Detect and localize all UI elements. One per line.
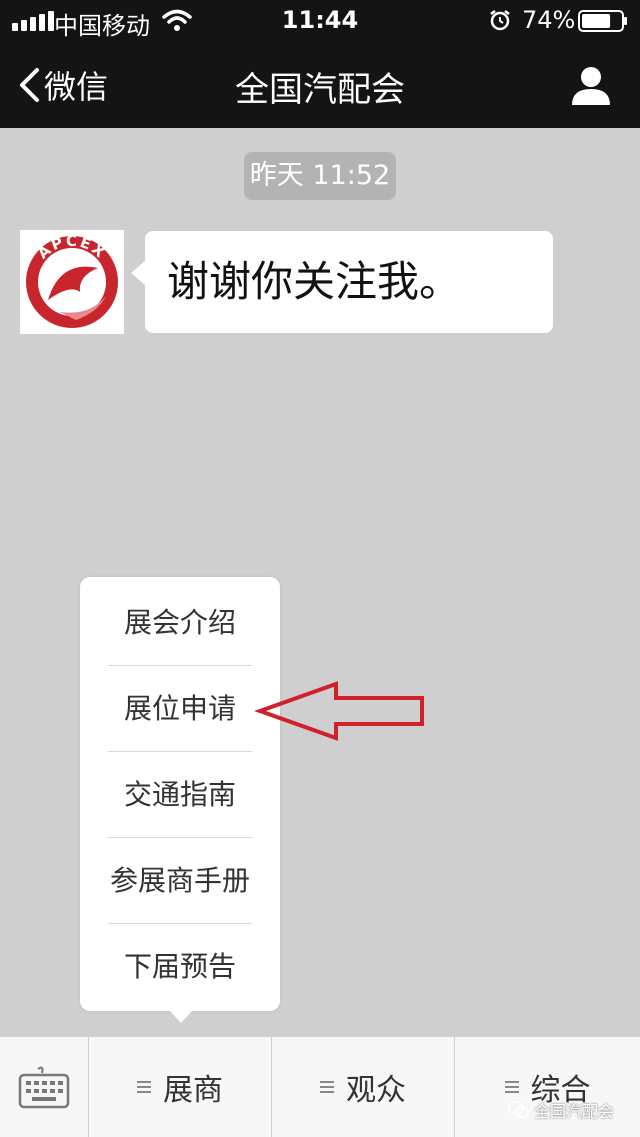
message-bubble: 谢谢你关注我。 [131, 231, 553, 333]
tab-visitors[interactable]: 观众 [272, 1037, 455, 1137]
tab-label: 展商 [163, 1073, 223, 1108]
menu-lines-icon [320, 1081, 334, 1093]
tab-label: 观众 [346, 1073, 406, 1108]
menu-item-exhibitor-manual[interactable]: 参展商手册 [108, 838, 252, 924]
battery-percent: 74% [522, 6, 576, 34]
keyboard-toggle-button[interactable] [0, 1037, 89, 1137]
nav-bar: 微信 全国汽配会 [0, 40, 640, 128]
battery-icon [578, 10, 627, 32]
message-timestamp: 昨天 11:52 [244, 152, 396, 200]
apcex-logo: APCEX [26, 232, 118, 328]
menu-item-exhibition-intro[interactable]: 展会介绍 [108, 580, 252, 666]
watermark: 全国汽配会 [508, 1098, 614, 1122]
watermark-text: 全国汽配会 [534, 1102, 615, 1121]
keyboard-icon [18, 1066, 70, 1109]
menu-item-transport-guide[interactable]: 交通指南 [108, 752, 252, 838]
menu-item-next-edition-preview[interactable]: 下届预告 [108, 924, 252, 1010]
menu-item-booth-application[interactable]: 展位申请 [108, 666, 252, 752]
status-bar: 中国移动 11:44 74% [0, 0, 640, 40]
menu-lines-icon [504, 1081, 519, 1093]
page-title: 全国汽配会 [235, 70, 405, 110]
alarm-icon [490, 10, 510, 31]
wechat-icon [508, 1101, 529, 1118]
annotation-arrow-icon [254, 681, 424, 741]
tab-exhibitors[interactable]: 展商 [89, 1037, 272, 1137]
avatar[interactable]: APCEX [20, 230, 124, 334]
tab-general[interactable]: 综合 [455, 1037, 640, 1137]
person-icon[interactable] [570, 64, 612, 106]
menu-popup: 展会介绍 展位申请 交通指南 参展商手册 下届预告 [80, 577, 280, 1023]
menu-lines-icon [137, 1081, 151, 1093]
